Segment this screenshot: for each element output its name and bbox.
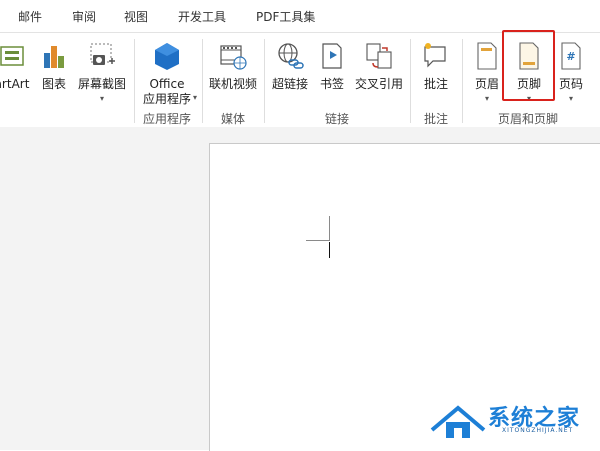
smartart-button[interactable]: artArt <box>0 39 34 111</box>
margin-corner-mark-horizontal <box>306 240 329 241</box>
svg-text:#: # <box>566 50 575 63</box>
group-label-links: 链接 <box>324 112 349 126</box>
divider <box>264 39 265 123</box>
page-number-label: 页码 <box>558 77 583 91</box>
comment-icon <box>424 43 446 68</box>
tab-review[interactable]: 审阅 <box>72 8 96 25</box>
bookmark-icon <box>322 43 342 69</box>
header-page-icon <box>477 42 497 70</box>
comment-label: 批注 <box>423 77 448 91</box>
tab-developer[interactable]: 开发工具 <box>178 8 226 25</box>
group-label-media: 媒体 <box>220 112 245 126</box>
chevron-down-icon: ▾ <box>99 94 105 103</box>
bookmark-button[interactable]: 书签 <box>314 39 350 111</box>
hyperlink-globe-icon <box>278 43 304 69</box>
bookmark-label: 书签 <box>319 77 344 91</box>
office-apps-chevron-icon: ▾ <box>193 93 198 102</box>
chart-button[interactable]: 图表 <box>36 39 72 111</box>
chevron-down-icon: ▾ <box>484 94 490 103</box>
cross-reference-icon <box>366 43 392 69</box>
divider <box>462 39 463 123</box>
screenshot-label: 屏幕截图 <box>77 77 126 91</box>
bar-chart-icon <box>44 46 64 68</box>
divider <box>410 39 411 123</box>
divider <box>134 39 135 123</box>
divider <box>202 39 203 123</box>
footer-highlight-box <box>502 30 555 101</box>
screenshot-button[interactable]: 屏幕截图 ▾ <box>74 39 130 111</box>
page-number-icon: # <box>561 42 581 70</box>
group-label-header-footer: 页眉和页脚 <box>497 112 558 126</box>
watermark-logo-icon <box>430 405 486 438</box>
text-cursor <box>329 242 330 258</box>
tab-pdf-tools[interactable]: PDF工具集 <box>256 8 315 25</box>
group-label-apps: 应用程序 <box>142 112 191 126</box>
tab-view[interactable]: 视图 <box>124 8 148 25</box>
cross-reference-button[interactable]: 交叉引用 <box>352 39 406 111</box>
margin-corner-mark-vertical <box>329 216 330 241</box>
office-apps-button[interactable]: Office 应用程序 <box>136 39 198 111</box>
film-globe-icon <box>220 45 247 70</box>
office-apps-label-line1: Office <box>149 77 185 91</box>
cross-reference-label: 交叉引用 <box>354 77 403 91</box>
site-watermark: 系统之家 XITONGZHIJIA.NET <box>428 398 598 446</box>
page-number-button[interactable]: # 页码 ▾ <box>552 39 590 111</box>
online-video-label: 联机视频 <box>208 77 257 91</box>
online-video-button[interactable]: 联机视频 <box>204 39 262 111</box>
smartart-icon <box>0 46 24 66</box>
group-label-comments: 批注 <box>423 112 448 126</box>
hyperlink-label: 超链接 <box>271 77 308 91</box>
chevron-down-icon: ▾ <box>568 94 574 103</box>
comment-button[interactable]: 批注 <box>414 39 458 111</box>
tab-mailings[interactable]: 邮件 <box>18 8 42 25</box>
hyperlink-button[interactable]: 超链接 <box>268 39 312 111</box>
office-apps-label-line2: 应用程序 <box>142 92 191 106</box>
ribbon-tab-strip: 邮件 审阅 视图 开发工具 PDF工具集 <box>0 0 600 32</box>
office-store-icon <box>155 43 179 70</box>
smartart-label: artArt <box>0 77 30 91</box>
screenshot-icon <box>90 43 115 65</box>
watermark-url: XITONGZHIJIA.NET <box>502 427 574 434</box>
chart-label: 图表 <box>41 77 66 91</box>
